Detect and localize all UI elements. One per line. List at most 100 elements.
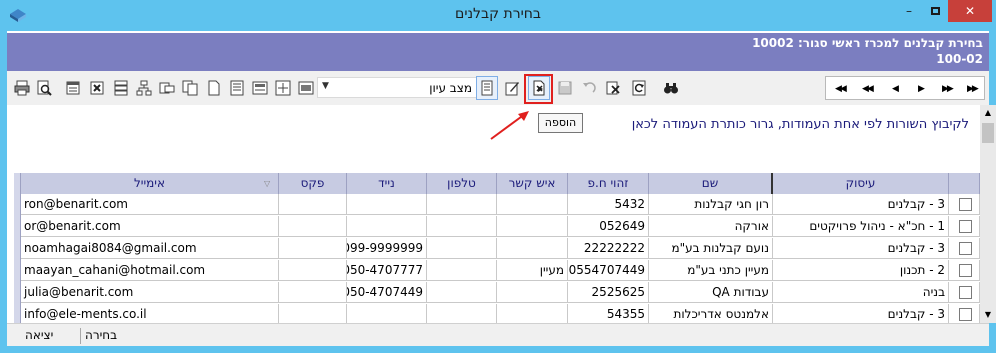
previous-record-button[interactable]: ◀ [892,83,899,95]
layout-icon[interactable] [298,80,314,96]
name-cell[interactable]: מעיין כתני בע"מ [649,260,773,281]
export-icon[interactable] [65,80,81,96]
mobile-cell[interactable]: 050-4707449 [347,282,427,303]
exit-button[interactable]: יציאה [25,328,53,342]
previous-page-button[interactable]: ◀◀ [862,83,874,95]
delete-record-icon[interactable] [605,80,621,96]
column-header[interactable]: איש קשר [497,173,568,194]
table-row[interactable]: 1 - חכ"א - ניהול פרויקטים אורקה 052649 or@b… [14,216,980,238]
scroll-down-icon[interactable]: ▼ [980,307,996,323]
row-checkbox[interactable] [959,286,972,299]
name-cell[interactable]: אלמנטס אדריכלות [649,304,773,323]
print-icon[interactable] [14,80,30,96]
group-icon[interactable] [159,80,175,96]
contact-cell[interactable] [497,194,568,215]
fax-cell[interactable] [279,194,347,215]
mobile-cell[interactable] [347,304,427,323]
refresh-icon[interactable] [631,80,647,96]
form-icon[interactable] [252,80,268,96]
company-id-cell[interactable]: 54355 [568,304,649,323]
row-checkbox[interactable] [959,220,972,233]
contact-cell[interactable] [497,304,568,323]
undo-icon[interactable] [581,80,597,96]
table-row[interactable]: 3 - קבלנים רון חגי קבלנות 5432 ron@benarit.… [14,194,980,216]
phone-cell[interactable] [427,238,497,259]
row-checkbox[interactable] [959,198,972,211]
table-row[interactable]: 3 - קבלנים נועם קבלנות בע"מ 22222222 099-99… [14,238,980,260]
row-checkbox[interactable] [959,242,972,255]
mobile-cell[interactable]: 050-4707777 [347,260,427,281]
vertical-scrollbar[interactable]: ▲ ▼ [980,105,996,323]
column-header[interactable]: נייד [347,173,427,194]
email-cell[interactable]: noamhagai8084@gmail.com [21,238,279,259]
excel-icon[interactable] [89,80,105,96]
close-button[interactable]: ✕ [948,0,992,22]
search-icon[interactable] [663,80,679,96]
fax-cell[interactable] [279,282,347,303]
company-id-cell[interactable]: 2525625 [568,282,649,303]
next-record-button[interactable]: ▶ [918,83,925,95]
contact-cell[interactable] [497,238,568,259]
email-cell[interactable]: julia@benarit.com [21,282,279,303]
minimize-button[interactable]: – [896,0,922,22]
contact-cell[interactable]: מעיין [497,260,568,281]
maximize-button[interactable] [922,0,948,22]
save-icon[interactable] [557,80,573,96]
occupation-cell[interactable]: 1 - חכ"א - ניהול פרויקטים [773,216,949,237]
scroll-up-icon[interactable]: ▲ [980,105,996,121]
occupation-cell[interactable]: 3 - קבלנים [773,304,949,323]
column-header[interactable]: טלפון [427,173,497,194]
fax-cell[interactable] [279,260,347,281]
email-cell[interactable]: or@benarit.com [21,216,279,237]
last-record-button[interactable]: ▶▶ [967,83,979,95]
select-button[interactable]: בחירה [85,328,117,342]
company-id-cell[interactable]: 22222222 [568,238,649,259]
new-page-icon[interactable] [206,80,222,96]
email-cell[interactable]: info@ele-ments.co.il [21,304,279,323]
column-header[interactable]: פקס [279,173,347,194]
table-row[interactable]: 3 - קבלנים אלמנטס אדריכלות 54355 info@ele-m… [14,304,980,323]
rows-icon[interactable] [113,80,129,96]
tree-icon[interactable] [136,80,152,96]
phone-cell[interactable] [427,216,497,237]
next-page-button[interactable]: ▶▶ [942,83,954,95]
phone-cell[interactable] [427,260,497,281]
row-checkbox[interactable] [959,264,972,277]
column-header[interactable]: אימייל [21,173,279,194]
print-preview-icon[interactable] [36,80,52,96]
name-cell[interactable]: נועם קבלנות בע"מ [649,238,773,259]
fax-cell[interactable] [279,238,347,259]
column-header[interactable]: זהוי ח.פ [568,173,649,194]
group-by-hint[interactable]: לקיבוץ השורות לפי אחת העמודות, גרור כותר… [632,117,969,132]
email-cell[interactable]: ron@benarit.com [21,194,279,215]
contact-cell[interactable] [497,216,568,237]
occupation-cell[interactable]: בניה [773,282,949,303]
first-record-button[interactable]: ◀◀ [835,83,847,95]
occupation-cell[interactable]: 3 - קבלנים [773,238,949,259]
mobile-cell[interactable] [347,194,427,215]
name-cell[interactable]: אורקה [649,216,773,237]
table-row[interactable]: בניה עבודות QA 2525625 050-4707449 julia@ben… [14,282,980,304]
view-mode-dropdown[interactable]: ▼ מצב עיון [317,77,477,98]
fax-cell[interactable] [279,304,347,323]
column-header[interactable]: שם [649,173,773,194]
column-header[interactable]: עיסוק [773,173,949,194]
select-column-header[interactable] [949,173,980,194]
name-cell[interactable]: רון חגי קבלנות [649,194,773,215]
company-id-cell[interactable]: 5432 [568,194,649,215]
fit-window-icon[interactable] [275,80,291,96]
document-icon[interactable] [229,80,245,96]
fax-cell[interactable] [279,216,347,237]
edit-record-icon[interactable] [504,80,520,96]
phone-cell[interactable] [427,194,497,215]
phone-cell[interactable] [427,282,497,303]
contact-cell[interactable] [497,282,568,303]
name-cell[interactable]: עבודות QA [649,282,773,303]
company-id-cell[interactable]: 0554707449 [568,260,649,281]
copy-icon[interactable] [182,80,198,96]
email-cell[interactable]: maayan_cahani@hotmail.com [21,260,279,281]
company-id-cell[interactable]: 052649 [568,216,649,237]
grid-view-toggle[interactable] [476,76,498,100]
mobile-cell[interactable]: 099-9999999 [347,238,427,259]
occupation-cell[interactable]: 2 - תכנון [773,260,949,281]
